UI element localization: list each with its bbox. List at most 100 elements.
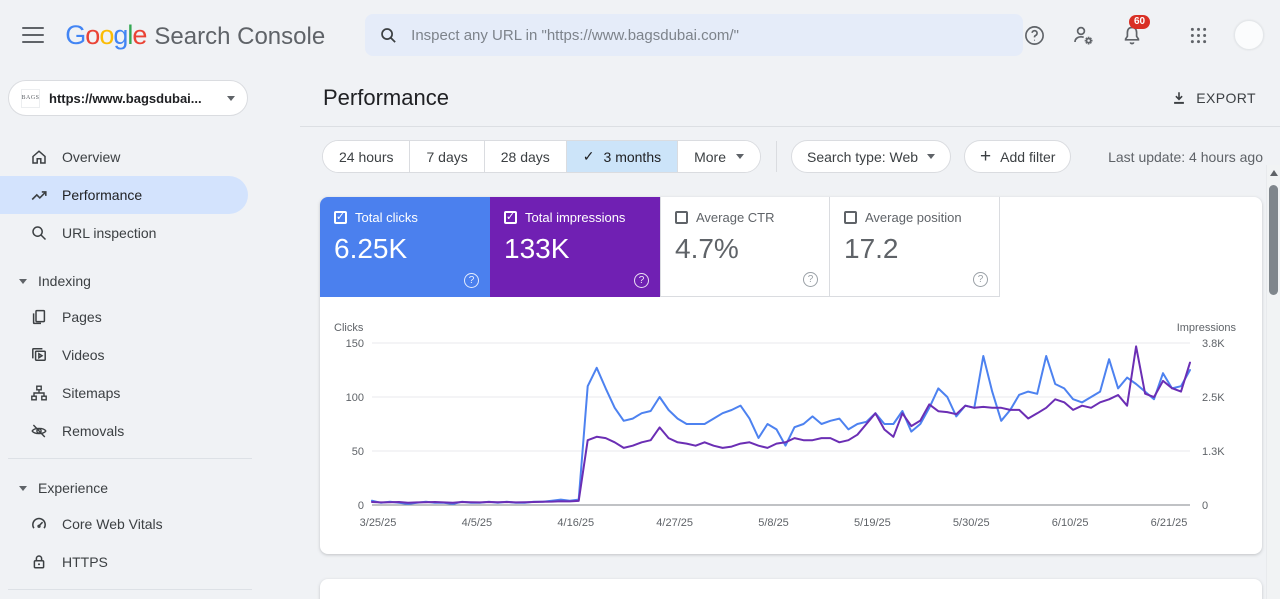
sidebar-item-label: HTTPS — [62, 554, 108, 570]
notifications-button[interactable]: 60 — [1120, 15, 1151, 47]
checkbox-checked-icon[interactable] — [334, 211, 347, 224]
magnifier-icon — [32, 226, 47, 241]
add-filter-button[interactable]: Add filter — [964, 140, 1072, 173]
sidebar-item-https[interactable]: HTTPS — [0, 543, 248, 581]
next-section-card — [320, 579, 1262, 599]
tab-3-months[interactable]: 3 months — [566, 141, 679, 172]
svg-text:5/19/25: 5/19/25 — [854, 517, 891, 529]
search-type-dropdown[interactable]: Search type: Web — [791, 140, 952, 173]
topbar-actions: 60 — [1023, 15, 1264, 50]
svg-text:5/30/25: 5/30/25 — [953, 517, 990, 529]
svg-text:4/27/25: 4/27/25 — [656, 517, 693, 529]
page-title: Performance — [323, 85, 449, 110]
chevron-down-icon — [736, 154, 745, 159]
svg-text:50: 50 — [352, 446, 364, 458]
sidebar-item-videos[interactable]: Videos — [0, 336, 248, 374]
metric-total-impressions[interactable]: Total impressions 133K — [490, 197, 660, 297]
svg-text:4/16/25: 4/16/25 — [557, 517, 594, 529]
section-header-label: Experience — [38, 480, 109, 496]
last-update-text: Last update: 4 hours ago — [1108, 148, 1263, 165]
sidebar-item-url-inspection[interactable]: URL inspection — [0, 214, 248, 252]
export-label: EXPORT — [1196, 90, 1256, 106]
user-settings-button[interactable] — [1071, 23, 1095, 47]
section-header-label: Indexing — [38, 273, 91, 289]
metric-value: 6.25K — [334, 233, 408, 264]
sidebar-item-overview[interactable]: Overview — [0, 138, 248, 176]
metric-average-ctr[interactable]: Average CTR 4.7% — [660, 197, 830, 297]
clicks-impressions-chart[interactable]: Clicks Impressions 0 0 50 1.3K 100 2.5K 150 3.8K 3… — [320, 321, 1262, 533]
main-content: Performance EXPORT 24 hours 7 days 28 da… — [300, 70, 1280, 599]
svg-text:6/10/25: 6/10/25 — [1052, 517, 1089, 529]
tab-28-days[interactable]: 28 days — [484, 141, 567, 172]
filter-separator — [776, 141, 778, 172]
visibility-off-icon — [31, 424, 47, 438]
sidebar-item-label: Performance — [62, 187, 143, 203]
sidebar-item-label: Removals — [62, 423, 125, 439]
metric-value: 17.2 — [844, 233, 899, 264]
export-button[interactable]: EXPORT — [1171, 90, 1256, 106]
check-icon — [583, 148, 595, 165]
apps-grid-button[interactable] — [1188, 25, 1209, 46]
help-button[interactable] — [1023, 24, 1046, 47]
chevron-down-icon — [227, 95, 235, 101]
app-logo: Google Search Console — [65, 20, 325, 51]
svg-text:2.5K: 2.5K — [1202, 392, 1225, 404]
chevron-down-icon — [19, 485, 27, 491]
sidebar-item-performance[interactable]: Performance — [0, 176, 248, 214]
help-icon[interactable] — [464, 273, 479, 288]
date-range-tabs: 24 hours 7 days 28 days 3 months More — [322, 140, 762, 173]
tab-more[interactable]: More — [678, 141, 761, 172]
svg-text:0: 0 — [1202, 500, 1208, 512]
sidebar-item-pages[interactable]: Pages — [0, 298, 248, 336]
logo-letter: G — [65, 19, 86, 50]
logo-letter: g — [113, 19, 128, 50]
tab-24-hours[interactable]: 24 hours — [323, 141, 411, 172]
svg-text:3/25/25: 3/25/25 — [360, 517, 397, 529]
url-inspect-input[interactable] — [411, 26, 1009, 44]
metric-value: 4.7% — [675, 233, 739, 264]
topbar: Google Search Console 60 — [0, 0, 1280, 70]
logo-letter: o — [85, 19, 100, 50]
account-avatar[interactable] — [1234, 20, 1264, 50]
svg-text:Impressions: Impressions — [1177, 322, 1237, 334]
menu-icon[interactable] — [22, 27, 47, 43]
svg-text:Clicks: Clicks — [334, 322, 364, 334]
sidebar-item-core-web-vitals[interactable]: Core Web Vitals — [0, 505, 248, 543]
svg-text:4/5/25: 4/5/25 — [462, 517, 493, 529]
svg-text:6/21/25: 6/21/25 — [1151, 517, 1188, 529]
performance-chart-card: Total clicks 6.25K Total impressions 133… — [320, 197, 1262, 554]
sidebar-section-experience[interactable]: Experience — [0, 471, 280, 505]
tab-7-days[interactable]: 7 days — [410, 141, 485, 172]
sidebar-item-label: Pages — [62, 309, 102, 325]
user-settings-icon — [1074, 26, 1093, 45]
question-icon — [1025, 25, 1044, 45]
scrollbar[interactable] — [1266, 165, 1280, 599]
pages-icon — [32, 309, 46, 325]
notification-badge: 60 — [1129, 15, 1151, 29]
scrollbar-thumb[interactable] — [1269, 185, 1278, 295]
checkbox-checked-icon[interactable] — [504, 211, 517, 224]
app-title: Search Console — [154, 22, 326, 50]
help-icon[interactable] — [973, 272, 988, 287]
checkbox-unchecked-icon[interactable] — [844, 211, 857, 224]
sidebar-item-sitemaps[interactable]: Sitemaps — [0, 374, 248, 412]
metric-average-position[interactable]: Average position 17.2 — [830, 197, 1000, 297]
scroll-up-arrow-icon[interactable] — [1270, 170, 1278, 176]
plus-icon — [980, 147, 991, 166]
help-icon[interactable] — [803, 272, 818, 287]
filter-bar: 24 hours 7 days 28 days 3 months More Se… — [322, 140, 1263, 173]
metric-total-clicks[interactable]: Total clicks 6.25K — [320, 197, 490, 297]
property-selector[interactable]: BAGS https://www.bagsdubai... — [8, 80, 248, 116]
sidebar: BAGS https://www.bagsdubai... Overview P… — [0, 70, 280, 599]
help-icon[interactable] — [634, 273, 649, 288]
sidebar-divider — [8, 589, 252, 590]
video-library-icon — [32, 348, 46, 361]
sidebar-section-indexing[interactable]: Indexing — [0, 264, 280, 298]
home-icon — [32, 150, 46, 164]
checkbox-unchecked-icon[interactable] — [675, 211, 688, 224]
sidebar-item-removals[interactable]: Removals — [0, 412, 248, 450]
url-inspect-searchbar[interactable] — [365, 14, 1023, 56]
logo-letter: e — [132, 19, 147, 50]
sidebar-divider — [8, 458, 252, 459]
chevron-down-icon — [19, 278, 27, 284]
